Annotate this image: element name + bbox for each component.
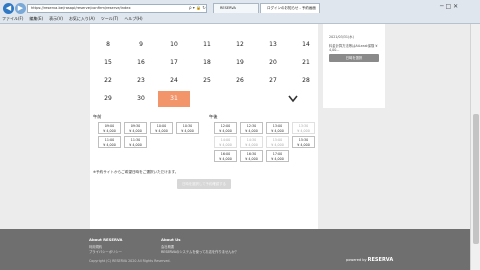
menu-bar: ファイル(F) 編集(E) 表示(V) お気に入り(A) ツール(T) ヘルプ(… [0,14,480,24]
menu-file[interactable]: ファイル(F) [2,14,23,24]
tab-active[interactable]: ログインのお知らせ - 予約画面 [260,3,320,13]
side-panel: 2021/03/31(水) 料金計算方法等はAtLeast保険 ¥ 4,00..… [323,24,385,108]
calendar-day[interactable]: 10 [158,37,190,53]
time-slot: 14:30 ¥ 4,000 [240,136,263,148]
side-date: 2021/03/31(水) [329,35,354,39]
calendar-day[interactable]: 31 [158,91,190,107]
slot-price: ¥ 4,000 [103,129,116,133]
calendar-day[interactable]: 14 [290,37,322,53]
slot-price: ¥ 4,000 [181,129,194,133]
tab-reserva[interactable]: RESERVA [213,3,259,13]
back-icon[interactable]: ◀ [3,3,14,14]
calendar-day[interactable]: 23 [125,73,157,89]
menu-view[interactable]: 表示(V) [49,14,63,24]
window-controls[interactable]: ─ □ ✕ [440,3,458,10]
calendar-day[interactable]: 17 [158,55,190,71]
slot-price: ¥ 4,000 [297,143,310,147]
slot-price: ¥ 4,000 [219,143,232,147]
calendar-day[interactable]: 13 [257,37,289,53]
slot-price: ¥ 4,000 [219,129,232,133]
side-description: 料金計算方法等はAtLeast保険 ¥ 4,00... [329,44,378,52]
calendar-day[interactable]: 29 [92,91,124,107]
calendar-day[interactable]: 22 [92,73,124,89]
menu-help[interactable]: ヘルプ(H) [124,14,142,24]
time-slot: 14:00 ¥ 4,000 [214,136,237,148]
slot-price: ¥ 4,000 [245,129,258,133]
time-slot: 13:30 ¥ 4,000 [292,122,315,134]
calendar-day[interactable]: 30 [125,91,157,107]
address-controls[interactable]: ρ ▾ 🔒 ↻ [189,5,206,10]
note-text: ※予約サイトからご希望日時をご選択いただけます。 [93,170,179,174]
slot-price: ¥ 4,000 [155,129,168,133]
time-slot[interactable]: 13:00 ¥ 4,000 [266,122,289,134]
time-slot[interactable]: 10:30 ¥ 4,000 [176,122,199,134]
time-slot[interactable]: 16:30 ¥ 4,000 [240,150,263,162]
calendar-day[interactable]: 15 [92,55,124,71]
browser-chrome: ◀ ▶ https://reserva.be/rasapi/reserve/co… [0,0,480,24]
slot-price: ¥ 4,000 [297,129,310,133]
time-slot[interactable]: 11:00 ¥ 4,000 [98,136,121,148]
calendar-day[interactable]: 11 [191,37,223,53]
menu-favorites[interactable]: お気に入り(A) [69,14,95,24]
slot-price: ¥ 4,000 [271,143,284,147]
footer-link-privacy[interactable]: プライバシーポリシー [89,249,122,254]
powered-brand[interactable]: RESERVA [368,257,394,263]
afternoon-label: 午後 [209,114,218,119]
calendar-day[interactable]: 25 [191,73,223,89]
footer-link-recruit[interactable]: RESERVAのシステムを使ってお店を作りませんか？ [161,249,238,254]
calendar-day[interactable]: 8 [92,37,124,53]
time-slot[interactable]: 15:30 ¥ 4,000 [292,136,315,148]
page-content: 1234567891011121314151617181920212223242… [0,24,470,270]
menu-edit[interactable]: 編集(E) [29,14,43,24]
calendar-day[interactable]: 16 [125,55,157,71]
calendar-day[interactable]: 27 [257,73,289,89]
time-slot[interactable]: 12:00 ¥ 4,000 [214,122,237,134]
calendar-day[interactable]: 19 [224,55,256,71]
time-slot[interactable]: 12:30 ¥ 4,000 [240,122,263,134]
calendar-day[interactable]: 21 [290,55,322,71]
confirm-button[interactable]: 日時を選択して予約確認する [177,179,231,189]
scrollbar[interactable] [470,24,480,270]
copyright: Copyright (C) RESERVA 2020 All Rights Re… [89,259,171,263]
slot-price: ¥ 4,000 [103,143,116,147]
time-slot[interactable]: 11:30 ¥ 4,000 [124,136,147,148]
time-slot[interactable]: 09:00 ¥ 4,000 [98,122,121,134]
time-slot[interactable]: 17:00 ¥ 4,000 [266,150,289,162]
address-bar[interactable]: https://reserva.be/rasapi/reserve/confir… [27,4,207,13]
time-slot[interactable]: 09:30 ¥ 4,000 [124,122,147,134]
calendar-day[interactable]: 12 [224,37,256,53]
calendar-day[interactable]: 28 [290,73,322,89]
slot-price: ¥ 4,000 [271,157,284,161]
calendar-day[interactable]: 24 [158,73,190,89]
morning-label: 午前 [93,114,102,119]
time-slot[interactable]: 10:00 ¥ 4,000 [150,122,173,134]
slot-price: ¥ 4,000 [245,143,258,147]
footer-about-reserva: About RESERVA [89,237,123,242]
time-slot[interactable]: 16:00 ¥ 4,000 [214,150,237,162]
slot-price: ¥ 4,000 [129,143,142,147]
menu-tools[interactable]: ツール(T) [101,14,119,24]
slot-price: ¥ 4,000 [245,157,258,161]
side-select-button[interactable]: 日時を選択 [329,54,379,62]
footer-about-us: About Us [161,237,181,242]
footer: About RESERVA 利用規約 プライバシーポリシー About Us 会… [0,229,470,270]
time-slot: 15:00 ¥ 4,000 [266,136,289,148]
reservation-panel: 1234567891011121314151617181920212223242… [90,24,318,241]
calendar-day[interactable]: 20 [257,55,289,71]
powered-by: powered by RESERVA [346,257,393,263]
slot-price: ¥ 4,000 [129,129,142,133]
scroll-thumb[interactable] [473,114,479,244]
slot-price: ¥ 4,000 [271,129,284,133]
forward-icon[interactable]: ▶ [15,3,26,14]
calendar-day[interactable]: 18 [191,55,223,71]
calendar-day[interactable]: 26 [224,73,256,89]
calendar-day[interactable]: 9 [125,37,157,53]
slot-price: ¥ 4,000 [219,157,232,161]
powered-prefix: powered by [346,258,367,262]
chevron-down-icon[interactable] [288,95,298,103]
